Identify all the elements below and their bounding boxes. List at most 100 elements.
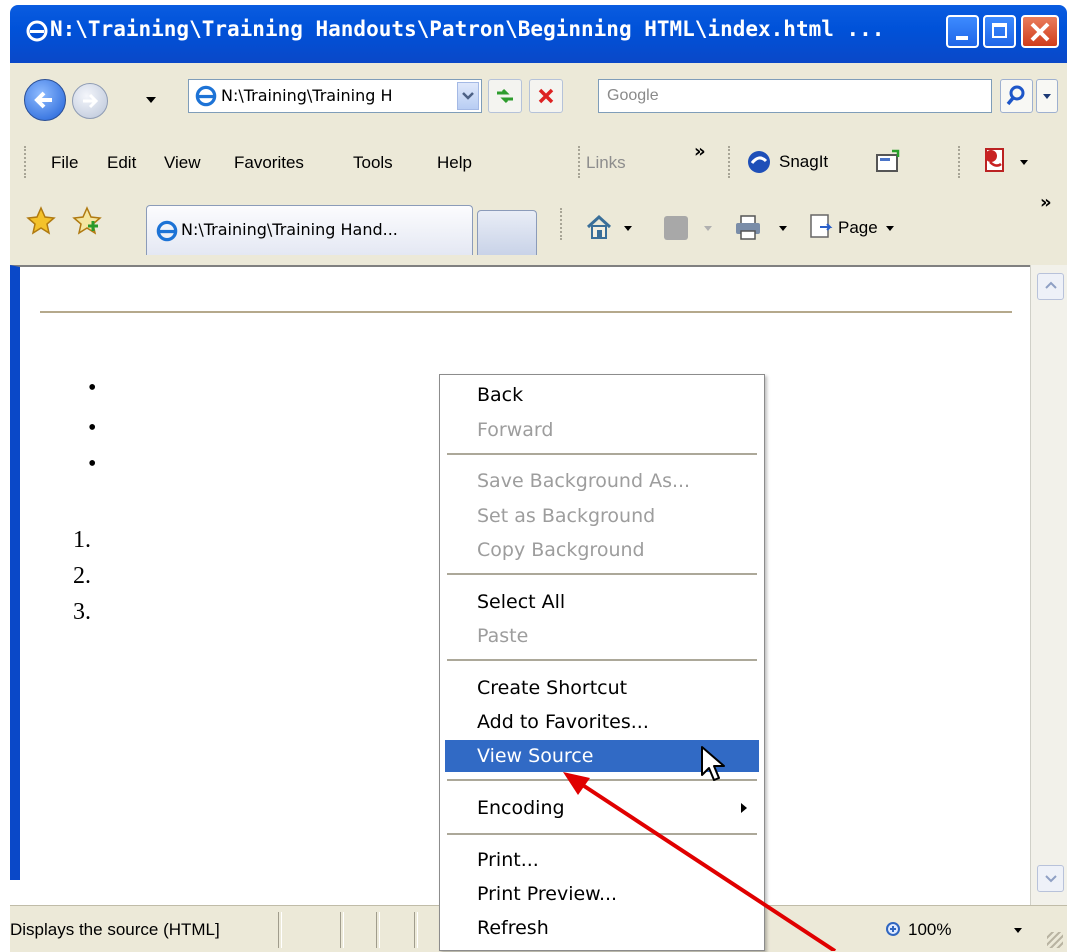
search-options-button[interactable] xyxy=(1036,79,1058,113)
status-separator xyxy=(376,912,380,948)
menu-file[interactable]: File xyxy=(51,153,78,173)
zoom-control[interactable]: 100% xyxy=(880,914,1030,946)
chevron-down-icon xyxy=(624,226,632,231)
forward-arrow-icon xyxy=(83,93,99,109)
menu-edit[interactable]: Edit xyxy=(107,153,136,173)
submenu-arrow-icon xyxy=(741,803,747,813)
context-menu: Back Forward Save Background As... Set a… xyxy=(439,374,765,951)
add-favorite-icon[interactable] xyxy=(72,206,102,236)
chevron-down-icon xyxy=(704,226,712,231)
favorites-star-icon[interactable] xyxy=(26,206,56,236)
numbered-item: 3. xyxy=(73,599,91,625)
pdf-button[interactable] xyxy=(980,146,1036,178)
menu-separator xyxy=(447,573,757,575)
menu-item-set-background[interactable]: Set as Background xyxy=(445,500,759,532)
search-placeholder: Google xyxy=(607,87,659,104)
zoom-level: 100% xyxy=(908,920,952,939)
pdf-icon xyxy=(985,148,1004,172)
search-box[interactable]: Google xyxy=(598,79,992,113)
printer-icon xyxy=(736,215,760,240)
address-bar[interactable]: N:\Training\Training H xyxy=(188,79,482,113)
maximize-icon xyxy=(992,23,1007,38)
tab-active[interactable]: N:\Training\Training Hand... xyxy=(146,205,473,255)
search-icon xyxy=(1006,85,1025,106)
recent-pages-dropdown[interactable] xyxy=(146,97,156,103)
chevron-up-icon xyxy=(1044,281,1057,289)
menu-item-create-shortcut[interactable]: Create Shortcut xyxy=(445,672,759,704)
window-title: N:\Training\Training Handouts\Patron\Beg… xyxy=(50,17,885,41)
chevron-down-icon xyxy=(1044,875,1057,883)
stop-button[interactable] xyxy=(529,79,563,113)
scroll-up-button[interactable] xyxy=(1037,273,1064,300)
horizontal-rule xyxy=(40,311,1012,313)
minimize-button[interactable] xyxy=(946,15,979,48)
refresh-button[interactable] xyxy=(488,79,522,113)
ie-logo-icon xyxy=(26,20,48,42)
menu-item-back[interactable]: Back xyxy=(445,379,759,411)
menu-item-print[interactable]: Print... xyxy=(445,844,759,876)
toolbar-chevron[interactable]: » xyxy=(1040,192,1052,213)
menu-item-refresh[interactable]: Refresh xyxy=(445,912,759,944)
refresh-icon xyxy=(497,88,513,104)
search-button[interactable] xyxy=(1000,79,1033,113)
address-dropdown-button[interactable] xyxy=(457,82,479,110)
menu-item-print-preview[interactable]: Print Preview... xyxy=(445,878,759,910)
menu-tools[interactable]: Tools xyxy=(353,153,393,173)
page-icon xyxy=(156,220,178,242)
toolbar-grip xyxy=(728,146,733,178)
numbered-item: 1. xyxy=(73,527,91,553)
back-button[interactable] xyxy=(24,79,66,121)
menu-bar: File Edit View Favorites Tools Help Link… xyxy=(10,135,1067,191)
status-separator xyxy=(340,912,344,948)
menu-item-paste[interactable]: Paste xyxy=(445,620,759,652)
maximize-button[interactable] xyxy=(983,15,1016,48)
links-chevron[interactable]: » xyxy=(694,141,706,162)
numbered-item: 2. xyxy=(73,563,91,589)
chevron-down-icon xyxy=(1043,94,1051,99)
snagit-label: SnagIt xyxy=(779,152,829,171)
menu-item-add-to-favorites[interactable]: Add to Favorites... xyxy=(445,706,759,738)
status-text: Displays the source (HTML] xyxy=(10,920,220,939)
back-arrow-icon xyxy=(34,91,52,109)
menu-item-copy-background[interactable]: Copy Background xyxy=(445,534,759,566)
stop-icon xyxy=(538,88,554,104)
scroll-down-button[interactable] xyxy=(1037,865,1064,892)
snagit-button[interactable]: SnagIt xyxy=(743,146,863,178)
menu-help[interactable]: Help xyxy=(437,153,472,173)
menu-item-save-background[interactable]: Save Background As... xyxy=(445,465,759,497)
links-label[interactable]: Links xyxy=(586,153,626,173)
menu-item-forward[interactable]: Forward xyxy=(445,414,759,446)
print-button[interactable] xyxy=(733,212,793,244)
feeds-button[interactable] xyxy=(660,214,720,244)
feed-icon xyxy=(664,216,688,240)
menu-item-select-all[interactable]: Select All xyxy=(445,586,759,618)
close-icon xyxy=(1030,22,1050,42)
address-text: N:\Training\Training H xyxy=(221,86,393,105)
new-tab-button[interactable] xyxy=(477,210,537,255)
menu-separator xyxy=(447,453,757,455)
menu-item-encoding[interactable]: Encoding xyxy=(445,792,759,824)
menu-favorites[interactable]: Favorites xyxy=(234,153,304,173)
page-icon xyxy=(810,214,833,238)
toolbar-grip xyxy=(560,208,565,240)
toolbar-grip xyxy=(24,146,29,178)
menu-view[interactable]: View xyxy=(164,153,201,173)
bullet-item: • xyxy=(88,375,97,401)
page-menu-button[interactable]: Page xyxy=(808,212,958,244)
zoom-icon xyxy=(886,922,900,936)
resize-grip[interactable] xyxy=(1047,932,1063,948)
status-separator xyxy=(414,912,418,948)
toolbar-grip xyxy=(958,146,963,178)
forward-button[interactable] xyxy=(72,83,108,119)
snagit-capture-button[interactable] xyxy=(874,149,902,175)
minimize-icon xyxy=(956,36,968,40)
page-menu-label: Page xyxy=(838,218,878,237)
menu-separator xyxy=(447,659,757,661)
close-button[interactable] xyxy=(1021,15,1059,48)
menu-separator xyxy=(447,833,757,835)
chevron-down-icon xyxy=(1014,928,1022,933)
chevron-down-icon xyxy=(779,226,787,231)
chevron-down-icon xyxy=(886,226,894,231)
home-button[interactable] xyxy=(584,212,640,244)
vertical-scrollbar[interactable] xyxy=(1030,265,1067,905)
